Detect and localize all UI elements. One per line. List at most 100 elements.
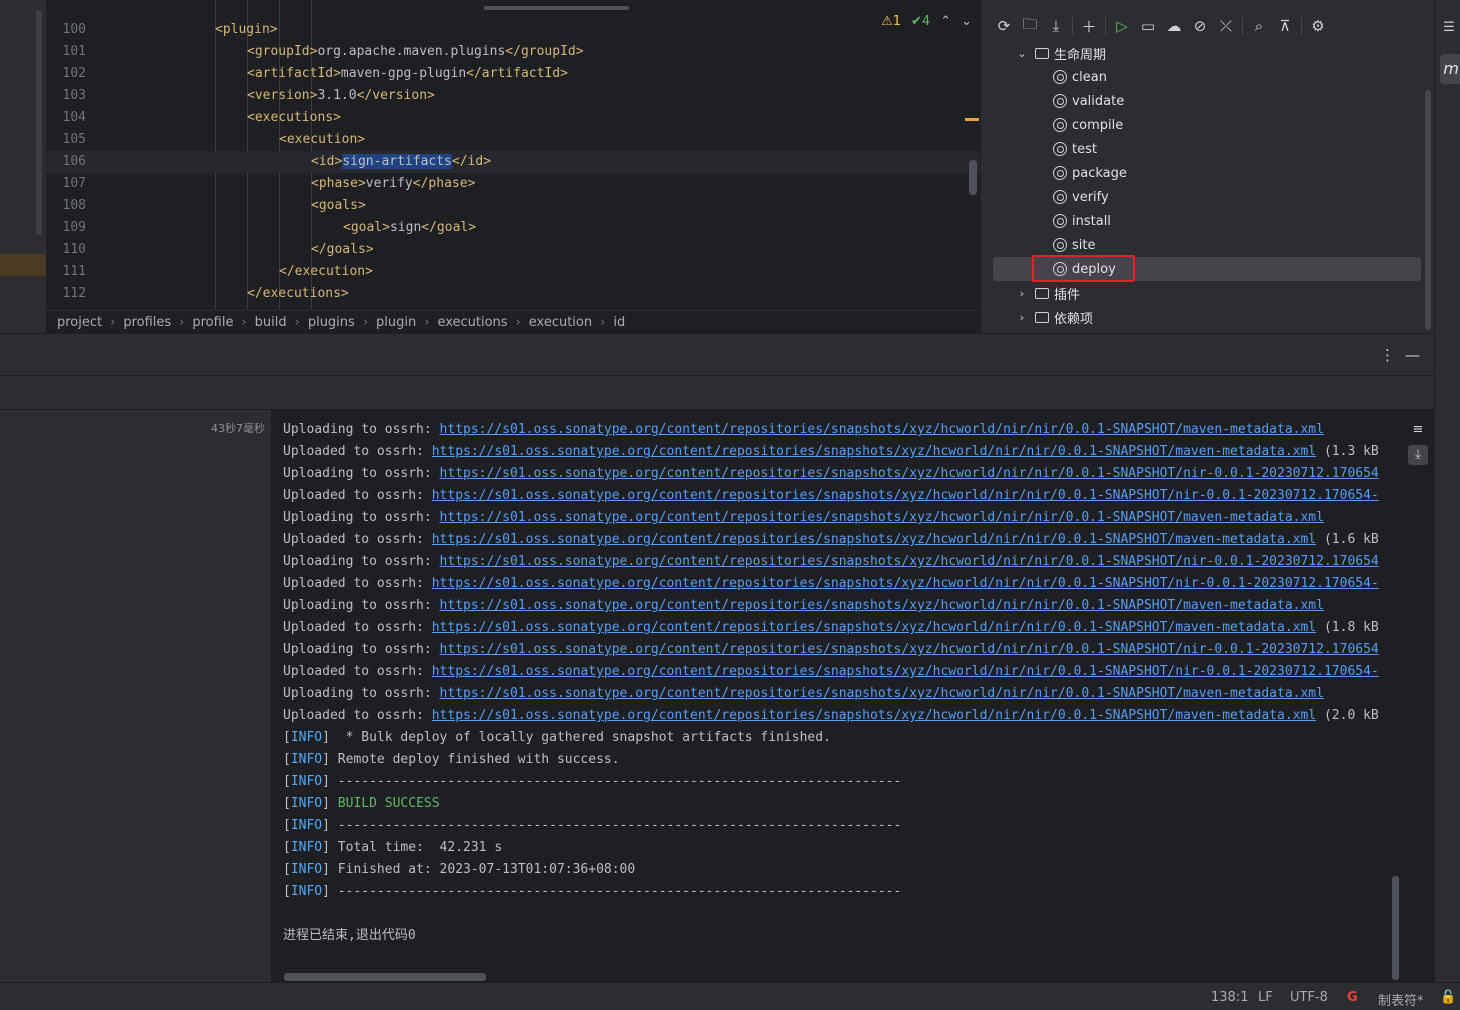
lifecycle-phase-validate[interactable]: validate	[1053, 89, 1124, 113]
lifecycle-phase-install[interactable]: install	[1053, 209, 1111, 233]
editor-vertical-scrollbar[interactable]	[969, 160, 977, 195]
tree-lifecycle[interactable]: ⌄ 生命周期	[1015, 41, 1106, 65]
indent-setting[interactable]: 制表符*	[1378, 990, 1424, 1009]
warning-marker[interactable]	[965, 118, 979, 121]
execute-goal-icon[interactable]: ▭	[1135, 13, 1161, 39]
collapse-icon[interactable]: ⤫	[1213, 13, 1239, 39]
console-line: Uploaded to ossrh: https://s01.oss.sonat…	[283, 705, 1379, 727]
breadcrumb-item[interactable]: plugins	[308, 315, 355, 330]
more-options-icon[interactable]: ⋮	[1380, 346, 1395, 364]
breadcrumb-item[interactable]: plugin	[376, 315, 416, 330]
breadcrumb-item[interactable]: project	[57, 315, 102, 330]
editor-inspection-widget[interactable]: ⚠1 ✔4 ⌃ ⌄	[881, 14, 972, 29]
console-link[interactable]: https://s01.oss.sonatype.org/content/rep…	[432, 620, 1316, 635]
code-line[interactable]: 112 </executions>	[46, 283, 980, 305]
console-vertical-scrollbar[interactable]	[1392, 876, 1399, 980]
file-encoding[interactable]: UTF-8	[1290, 990, 1328, 1005]
lifecycle-phase-verify[interactable]: verify	[1053, 185, 1109, 209]
lifecycle-phase-site[interactable]: site	[1053, 233, 1095, 257]
console-link[interactable]: https://s01.oss.sonatype.org/content/rep…	[432, 488, 1379, 503]
code-line[interactable]: 108 <goals>	[46, 195, 980, 217]
lifecycle-phase-compile[interactable]: compile	[1053, 113, 1123, 137]
collapse-all-icon[interactable]: ⊼	[1272, 13, 1298, 39]
google-icon[interactable]: G	[1347, 990, 1358, 1005]
breadcrumb-item[interactable]: execution	[529, 315, 592, 330]
code-text: <execution>	[279, 129, 365, 151]
bracket: [	[283, 818, 291, 833]
console-link[interactable]: https://s01.oss.sonatype.org/content/rep…	[432, 444, 1316, 459]
code-line[interactable]: 100 <plugin>	[46, 19, 980, 41]
tree-dependencies[interactable]: › 依赖项	[1015, 305, 1093, 329]
console-link[interactable]: https://s01.oss.sonatype.org/content/rep…	[440, 466, 1379, 481]
code-text: <phase>verify</phase>	[311, 173, 475, 195]
show-dependencies-icon[interactable]: ⌕	[1246, 13, 1272, 39]
chevron-down-icon[interactable]: ⌄	[961, 14, 972, 29]
reload-icon[interactable]: ⟳	[991, 13, 1017, 39]
scroll-to-end-icon[interactable]: ⤓	[1408, 445, 1428, 465]
code-line[interactable]: 107 <phase>verify</phase>	[46, 173, 980, 195]
info-tag: INFO	[290, 840, 323, 855]
console-prefix: Uploading to ossrh:	[283, 466, 440, 481]
console-size: (1.3 kB	[1316, 444, 1379, 459]
run-icon[interactable]: ▷	[1109, 13, 1135, 39]
chevron-right-icon[interactable]: ›	[1015, 311, 1029, 324]
breadcrumb-item[interactable]: profile	[192, 315, 233, 330]
code-editor[interactable]: 100 <plugin> 101 <groupId>org.apache.maven.…	[46, 0, 980, 310]
download-icon[interactable]: ⤓	[1043, 13, 1069, 39]
lifecycle-phase-test[interactable]: test	[1053, 137, 1097, 161]
code-line[interactable]: 102 <artifactId>maven-gpg-plugin</artifac…	[46, 63, 980, 85]
console-output[interactable]: Uploading to ossrh: https://s01.oss.sona…	[272, 410, 1402, 982]
console-line: Uploaded to ossrh: https://s01.oss.sonat…	[283, 617, 1379, 639]
code-line[interactable]: 101 <groupId>org.apache.maven.plugins</gr…	[46, 41, 980, 63]
info-tag: INFO	[290, 818, 323, 833]
breadcrumb-item[interactable]: id	[613, 315, 625, 330]
code-line[interactable]: 103 <version>3.1.0</version>	[46, 85, 980, 107]
code-line[interactable]: 104 <executions>	[46, 107, 980, 129]
warning-count[interactable]: ⚠1	[881, 14, 901, 29]
code-line[interactable]: 110 </goals>	[46, 239, 980, 261]
caret-position[interactable]: 138:1	[1211, 990, 1248, 1005]
settings-icon[interactable]: ⚙	[1305, 13, 1331, 39]
soft-wrap-icon[interactable]: ≡	[1408, 420, 1428, 440]
editor-horizontal-scrollbar[interactable]	[484, 6, 629, 10]
maven-scrollbar[interactable]	[1425, 90, 1431, 330]
check-count[interactable]: ✔4	[911, 14, 930, 29]
chevron-down-icon[interactable]: ⌄	[1015, 47, 1029, 60]
lock-icon[interactable]: 🔓	[1440, 990, 1456, 1005]
lifecycle-phase-clean[interactable]: clean	[1053, 65, 1107, 89]
database-icon[interactable]: ☰	[1441, 20, 1457, 36]
console-link[interactable]: https://s01.oss.sonatype.org/content/rep…	[440, 510, 1324, 525]
console-link[interactable]: https://s01.oss.sonatype.org/content/rep…	[432, 576, 1379, 591]
code-line[interactable]: 111 </execution>	[46, 261, 980, 283]
code-line[interactable]: 109 <goal>sign</goal>	[46, 217, 980, 239]
console-horizontal-scrollbar[interactable]	[284, 973, 486, 981]
console-link[interactable]: https://s01.oss.sonatype.org/content/rep…	[440, 598, 1324, 613]
breadcrumb-item[interactable]: profiles	[123, 315, 171, 330]
add-icon[interactable]: ＋	[1076, 13, 1102, 39]
line-separator[interactable]: LF	[1258, 990, 1273, 1005]
maven-tab-icon[interactable]: m	[1440, 54, 1460, 84]
console-link[interactable]: https://s01.oss.sonatype.org/content/rep…	[432, 532, 1316, 547]
console-prefix: Uploading to ossrh:	[283, 510, 440, 525]
tree-plugins[interactable]: › 插件	[1015, 281, 1080, 305]
add-folder-icon[interactable]: 🗀	[1017, 13, 1043, 39]
chevron-up-icon[interactable]: ⌃	[940, 14, 951, 29]
run-toolbar	[0, 375, 1434, 410]
console-link[interactable]: https://s01.oss.sonatype.org/content/rep…	[440, 422, 1324, 437]
console-link[interactable]: https://s01.oss.sonatype.org/content/rep…	[440, 686, 1324, 701]
lifecycle-phase-package[interactable]: package	[1053, 161, 1127, 185]
code-line[interactable]: 105 <execution>	[46, 129, 980, 151]
console-link[interactable]: https://s01.oss.sonatype.org/content/rep…	[440, 642, 1379, 657]
left-scrollbar[interactable]	[36, 10, 42, 235]
console-link[interactable]: https://s01.oss.sonatype.org/content/rep…	[432, 708, 1316, 723]
line-number: 102	[62, 66, 86, 81]
code-line[interactable]: 106 <id>sign-artifacts</id>	[46, 151, 980, 173]
console-link[interactable]: https://s01.oss.sonatype.org/content/rep…	[432, 664, 1379, 679]
offline-icon[interactable]: ☁	[1161, 13, 1187, 39]
breadcrumb-item[interactable]: executions	[437, 315, 507, 330]
minimize-icon[interactable]: —	[1405, 346, 1420, 364]
breadcrumb-item[interactable]: build	[255, 315, 287, 330]
skip-tests-icon[interactable]: ⊘	[1187, 13, 1213, 39]
chevron-right-icon[interactable]: ›	[1015, 287, 1029, 300]
console-link[interactable]: https://s01.oss.sonatype.org/content/rep…	[440, 554, 1379, 569]
